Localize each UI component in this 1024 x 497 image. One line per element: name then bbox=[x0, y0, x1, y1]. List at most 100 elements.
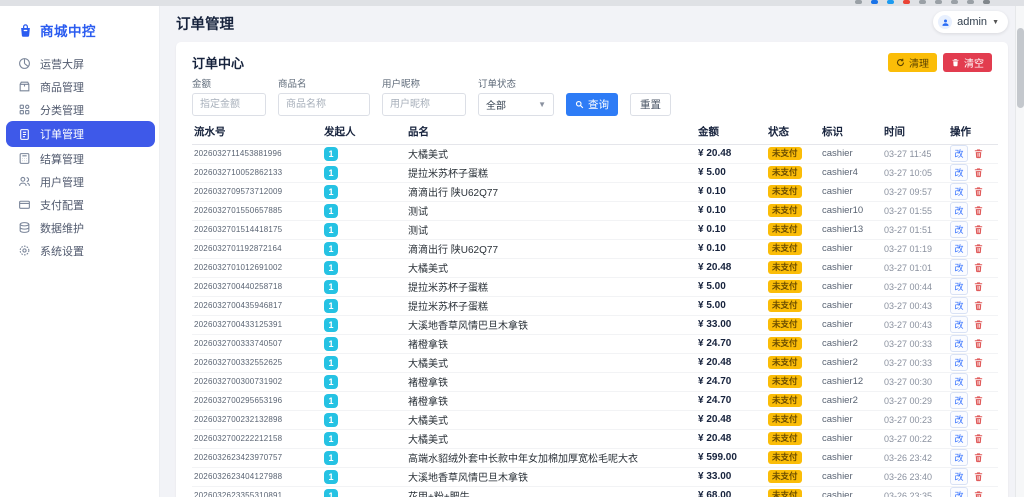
trash-icon bbox=[973, 357, 984, 368]
order-serial: 2026032701550657885 bbox=[192, 201, 322, 220]
delete-button[interactable] bbox=[973, 278, 989, 295]
edit-button[interactable]: 改 bbox=[950, 221, 968, 238]
delete-button[interactable] bbox=[973, 373, 989, 390]
edit-button[interactable]: 改 bbox=[950, 430, 968, 447]
order-center-card: 订单中心 清理 清空 bbox=[176, 42, 1008, 497]
edit-button[interactable]: 改 bbox=[950, 240, 968, 257]
browser-extension-icon[interactable] bbox=[983, 0, 990, 4]
edit-button[interactable]: 改 bbox=[950, 392, 968, 409]
delete-button[interactable] bbox=[973, 316, 989, 333]
delete-button[interactable] bbox=[973, 164, 989, 181]
browser-extension-icon[interactable] bbox=[951, 0, 958, 4]
reset-button[interactable]: 重置 bbox=[630, 93, 671, 116]
order-status-select[interactable]: 全部▼ bbox=[478, 93, 554, 116]
initiator-badge: 1 bbox=[324, 394, 338, 408]
browser-extension-icon[interactable] bbox=[903, 0, 910, 4]
edit-button[interactable]: 改 bbox=[950, 183, 968, 200]
browser-extension-icon[interactable] bbox=[871, 0, 878, 4]
product-name: 大橘美式 bbox=[406, 429, 696, 448]
clean-button[interactable]: 清理 bbox=[888, 53, 937, 72]
sidebar-item-label: 系统设置 bbox=[40, 243, 84, 259]
table-header-row: 流水号发起人品名金额状态标识时间操作 bbox=[192, 120, 998, 144]
cashier-identifier: cashier2 bbox=[820, 353, 882, 372]
delete-button[interactable] bbox=[973, 411, 989, 428]
edit-button[interactable]: 改 bbox=[950, 202, 968, 219]
sidebar-item-category[interactable]: 分类管理 bbox=[6, 98, 155, 121]
sidebar-item-dashboard[interactable]: 运营大屏 bbox=[6, 52, 155, 75]
order-time: 03-27 00:33 bbox=[882, 334, 948, 353]
search-button[interactable]: 查询 bbox=[566, 93, 618, 116]
table-row: 2026032700435946817 1 提拉米苏杯子蛋糕 ¥ 5.00 未支… bbox=[192, 296, 998, 315]
edit-button[interactable]: 改 bbox=[950, 411, 968, 428]
edit-button[interactable]: 改 bbox=[950, 373, 968, 390]
order-time: 03-27 00:33 bbox=[882, 353, 948, 372]
table-row: 2026032700232132898 1 大橘美式 ¥ 20.48 未支付 c… bbox=[192, 410, 998, 429]
user-menu[interactable]: admin ▼ bbox=[933, 11, 1008, 33]
edit-button[interactable]: 改 bbox=[950, 468, 968, 485]
product-name: 大橘美式 bbox=[406, 410, 696, 429]
clear-button[interactable]: 清空 bbox=[943, 53, 992, 72]
edit-button[interactable]: 改 bbox=[950, 316, 968, 333]
table-row: 2026032700433125391 1 大溪地香草风情巴旦木拿铁 ¥ 33.… bbox=[192, 315, 998, 334]
delete-button[interactable] bbox=[973, 487, 989, 497]
delete-button[interactable] bbox=[973, 354, 989, 371]
order-time: 03-27 11:45 bbox=[882, 144, 948, 163]
browser-extension-icon[interactable] bbox=[855, 0, 862, 4]
edit-button[interactable]: 改 bbox=[950, 335, 968, 352]
cashier-identifier: cashier bbox=[820, 410, 882, 429]
trash-icon bbox=[973, 319, 984, 330]
sidebar-item-users[interactable]: 用户管理 bbox=[6, 170, 155, 193]
status-badge: 未支付 bbox=[768, 394, 802, 407]
delete-button[interactable] bbox=[973, 221, 989, 238]
order-serial: 2026032700232132898 bbox=[192, 410, 322, 429]
order-time: 03-27 00:23 bbox=[882, 410, 948, 429]
delete-button[interactable] bbox=[973, 240, 989, 257]
sidebar-item-settlement[interactable]: 结算管理 bbox=[6, 147, 155, 170]
browser-extension-icon[interactable] bbox=[887, 0, 894, 4]
product-name: 褚橙拿铁 bbox=[406, 391, 696, 410]
sidebar-item-payment[interactable]: 支付配置 bbox=[6, 193, 155, 216]
filter-input-商品名[interactable] bbox=[278, 93, 370, 116]
brand-name: 商城中控 bbox=[40, 20, 96, 40]
filter-input-金额[interactable] bbox=[192, 93, 266, 116]
delete-button[interactable] bbox=[973, 183, 989, 200]
order-time: 03-27 01:51 bbox=[882, 220, 948, 239]
order-serial: 2026032700222212158 bbox=[192, 429, 322, 448]
cashier-identifier: cashier12 bbox=[820, 372, 882, 391]
filter-input-用户昵称[interactable] bbox=[382, 93, 466, 116]
browser-extension-icon[interactable] bbox=[967, 0, 974, 4]
edit-button[interactable]: 改 bbox=[950, 145, 968, 162]
delete-button[interactable] bbox=[973, 468, 989, 485]
edit-button[interactable]: 改 bbox=[950, 297, 968, 314]
browser-extension-icon[interactable] bbox=[919, 0, 926, 4]
data-icon bbox=[18, 221, 31, 234]
initiator-badge: 1 bbox=[324, 489, 338, 497]
edit-button[interactable]: 改 bbox=[950, 449, 968, 466]
browser-extension-icon[interactable] bbox=[935, 0, 942, 4]
sidebar-item-goods[interactable]: 商品管理 bbox=[6, 75, 155, 98]
product-name: 滴滴出行 陕U62Q77 bbox=[406, 182, 696, 201]
sidebar-item-order[interactable]: 订单管理 bbox=[6, 121, 155, 147]
delete-button[interactable] bbox=[973, 392, 989, 409]
delete-button[interactable] bbox=[973, 259, 989, 276]
sidebar-item-settings[interactable]: 系统设置 bbox=[6, 239, 155, 262]
edit-button[interactable]: 改 bbox=[950, 164, 968, 181]
delete-button[interactable] bbox=[973, 202, 989, 219]
order-serial: 2026032623404127988 bbox=[192, 467, 322, 486]
edit-button[interactable]: 改 bbox=[950, 259, 968, 276]
trash-icon bbox=[973, 395, 984, 406]
sidebar-item-data[interactable]: 数据维护 bbox=[6, 216, 155, 239]
order-amount: ¥ 0.10 bbox=[696, 201, 766, 220]
page-header: 订单管理 bbox=[160, 6, 1024, 40]
delete-button[interactable] bbox=[973, 145, 989, 162]
sidebar: 商城中控 运营大屏 商品管理 分类管理 订单管理 结算管理 用户管理 支付配置 … bbox=[0, 6, 160, 497]
edit-button[interactable]: 改 bbox=[950, 278, 968, 295]
delete-button[interactable] bbox=[973, 430, 989, 447]
delete-button[interactable] bbox=[973, 449, 989, 466]
status-badge: 未支付 bbox=[768, 242, 802, 255]
scrollbar-thumb[interactable] bbox=[1017, 28, 1024, 108]
edit-button[interactable]: 改 bbox=[950, 487, 968, 497]
edit-button[interactable]: 改 bbox=[950, 354, 968, 371]
delete-button[interactable] bbox=[973, 297, 989, 314]
delete-button[interactable] bbox=[973, 335, 989, 352]
